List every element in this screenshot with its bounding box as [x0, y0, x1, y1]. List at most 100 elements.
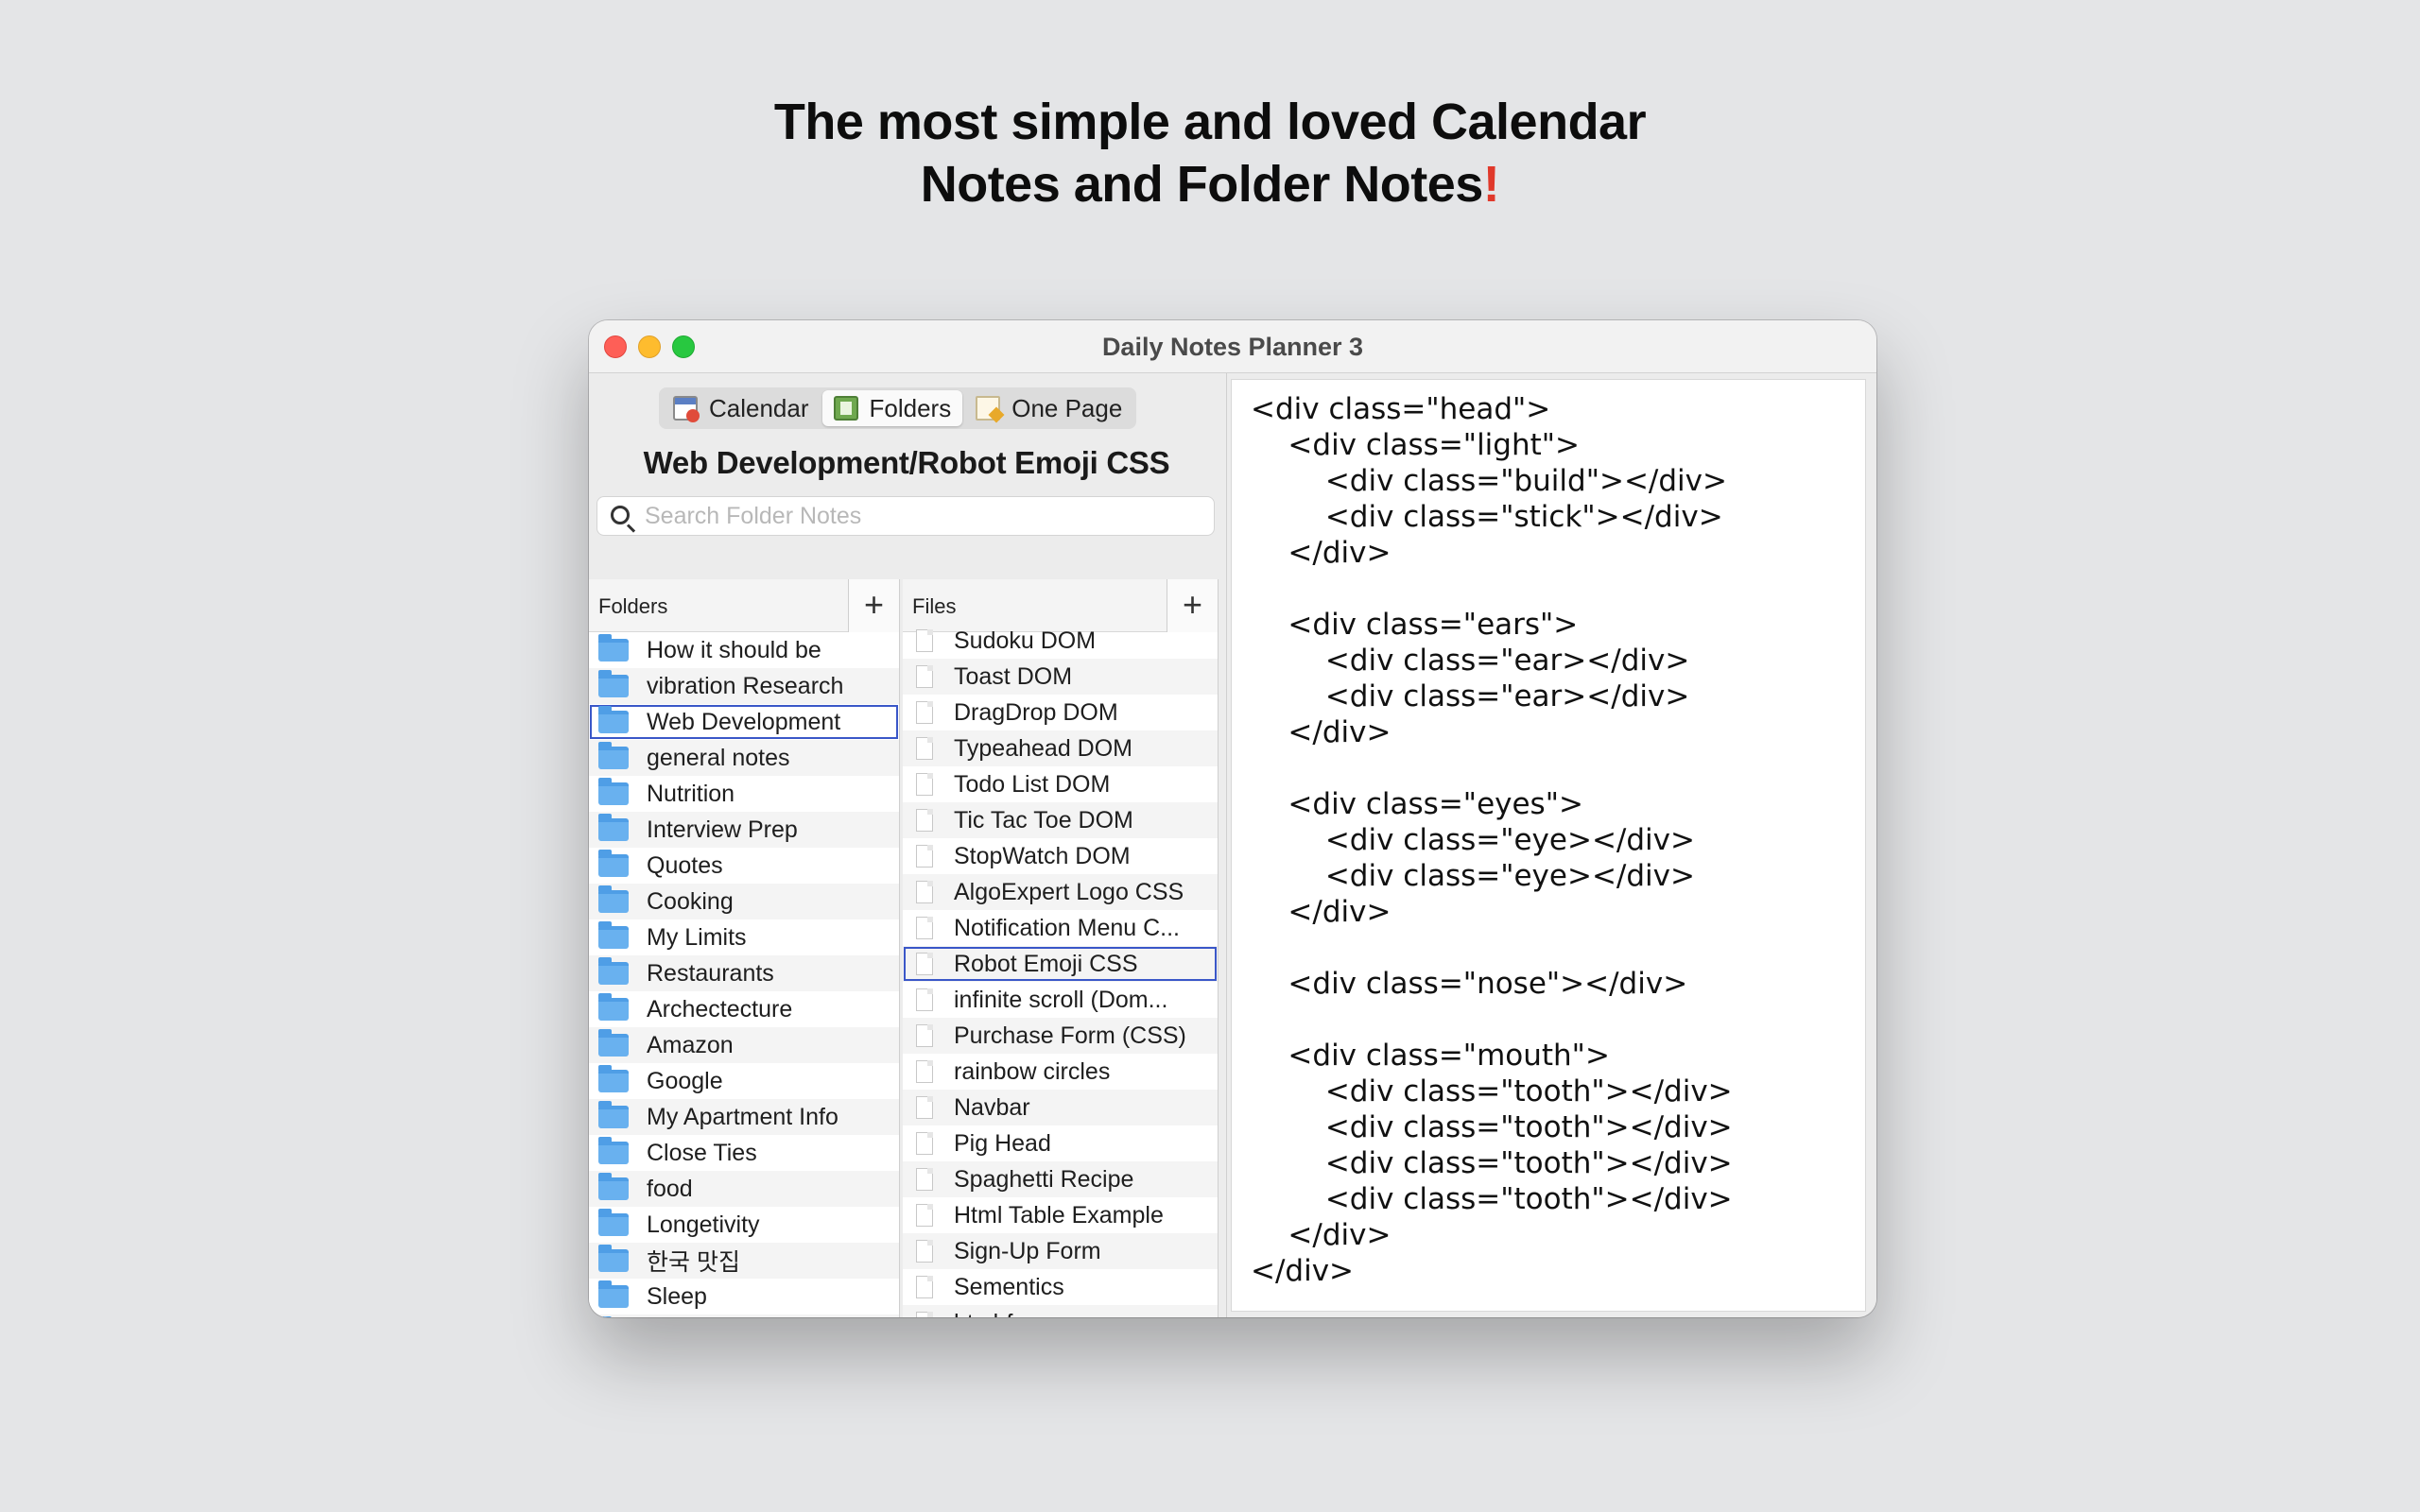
folder-icon: [598, 993, 629, 1021]
note-editor[interactable]: <div class="head"> <div class="light"> <…: [1231, 379, 1866, 1312]
file-row[interactable]: Typeahead DOM: [903, 730, 1218, 766]
file-row[interactable]: Navbar: [903, 1090, 1218, 1125]
file-row[interactable]: StopWatch DOM: [903, 838, 1218, 874]
file-row[interactable]: Sudoku DOM: [903, 623, 1218, 659]
file-row-label: Notification Menu C...: [954, 914, 1180, 941]
file-row[interactable]: DragDrop DOM: [903, 695, 1218, 730]
folder-row[interactable]: game: [589, 1314, 899, 1317]
file-row[interactable]: Purchase Form (CSS): [903, 1018, 1218, 1054]
note-content[interactable]: <div class="head"> <div class="light"> <…: [1251, 391, 1733, 1289]
folder-row[interactable]: Interview Prep: [589, 812, 899, 848]
file-row[interactable]: Toast DOM: [903, 659, 1218, 695]
folders-list: How it should be vibration Research Web De…: [589, 632, 899, 1317]
file-row-label: StopWatch DOM: [954, 842, 1131, 869]
file-row[interactable]: html-form: [903, 1305, 1218, 1317]
file-row[interactable]: Html Table Example: [903, 1197, 1218, 1233]
headline-line-1: The most simple and loved Calendar: [773, 94, 1647, 150]
document-icon: [916, 845, 933, 868]
headline-exclamation: !: [1482, 156, 1500, 213]
file-row[interactable]: Sementics: [903, 1269, 1218, 1305]
folder-row-label: My Apartment Info: [647, 1103, 838, 1130]
file-row-label: Pig Head: [954, 1129, 1051, 1157]
search-input[interactable]: [645, 497, 1202, 535]
folder-icon: [598, 1209, 629, 1236]
file-row[interactable]: Pig Head: [903, 1125, 1218, 1161]
folder-row[interactable]: Amazon: [589, 1027, 899, 1063]
file-row[interactable]: Notification Menu C...: [903, 910, 1218, 946]
file-row-label: Robot Emoji CSS: [954, 950, 1138, 977]
folder-row[interactable]: Longetivity: [589, 1207, 899, 1243]
folder-row[interactable]: Sleep: [589, 1279, 899, 1314]
folder-icon: [598, 742, 629, 769]
folder-row[interactable]: My Limits: [589, 919, 899, 955]
file-row[interactable]: Robot Emoji CSS: [903, 946, 1218, 982]
file-row-label: Purchase Form (CSS): [954, 1022, 1186, 1049]
folder-row[interactable]: Archectecture: [589, 991, 899, 1027]
tab-one-page-label: One Page: [1011, 393, 1123, 422]
folder-row-label: Google: [647, 1067, 723, 1094]
document-icon: [916, 629, 933, 652]
file-row-label: Html Table Example: [954, 1201, 1164, 1228]
folder-row[interactable]: Web Development: [589, 704, 899, 740]
tab-calendar-label: Calendar: [709, 393, 809, 422]
folder-row-label: general notes: [647, 744, 790, 771]
folder-row[interactable]: general notes: [589, 740, 899, 776]
document-icon: [916, 1276, 933, 1298]
folder-row-label: Restaurants: [647, 959, 774, 987]
add-folder-button[interactable]: +: [848, 579, 899, 632]
title-bar[interactable]: Daily Notes Planner 3: [589, 320, 1876, 373]
file-row[interactable]: rainbow circles: [903, 1054, 1218, 1090]
folder-icon: [598, 885, 629, 913]
document-icon: [916, 917, 933, 939]
folder-row[interactable]: food: [589, 1171, 899, 1207]
file-row-label: Navbar: [954, 1093, 1030, 1121]
folder-row[interactable]: 한국 맛집: [589, 1243, 899, 1279]
files-header-label: Files: [912, 594, 957, 618]
folder-row[interactable]: How it should be: [589, 632, 899, 668]
folder-row-label: Amazon: [647, 1031, 734, 1058]
document-icon: [916, 953, 933, 975]
file-row[interactable]: Spaghetti Recipe: [903, 1161, 1218, 1197]
file-row-label: AlgoExpert Logo CSS: [954, 878, 1184, 905]
tab-folders[interactable]: Folders: [821, 390, 963, 426]
app-window: Daily Notes Planner 3 Calendar Folders O…: [589, 320, 1876, 1317]
folder-row[interactable]: Nutrition: [589, 776, 899, 812]
folder-icon: [598, 850, 629, 877]
file-row-label: Sudoku DOM: [954, 627, 1097, 654]
file-row[interactable]: Tic Tac Toe DOM: [903, 802, 1218, 838]
search-icon: [611, 506, 630, 524]
document-icon: [916, 701, 933, 724]
view-switcher: Calendar Folders One Page: [659, 387, 1137, 429]
search-box: [596, 496, 1215, 536]
folder-icon: [598, 1245, 629, 1272]
folder-row[interactable]: Close Ties: [589, 1135, 899, 1171]
folder-icon: [598, 634, 629, 662]
folder-row[interactable]: My Apartment Info: [589, 1099, 899, 1135]
document-icon: [916, 1132, 933, 1155]
file-row[interactable]: Sign-Up Form: [903, 1233, 1218, 1269]
tab-calendar[interactable]: Calendar: [662, 390, 821, 426]
folder-row-label: Web Development: [647, 708, 841, 735]
file-row-label: infinite scroll (Dom...: [954, 986, 1168, 1013]
file-row[interactable]: infinite scroll (Dom...: [903, 982, 1218, 1018]
file-row[interactable]: AlgoExpert Logo CSS: [903, 874, 1218, 910]
file-row-label: Tic Tac Toe DOM: [954, 806, 1133, 833]
folder-row-label: My Limits: [647, 923, 747, 951]
folder-icon: [598, 1101, 629, 1128]
folder-row[interactable]: Restaurants: [589, 955, 899, 991]
document-icon: [916, 1168, 933, 1191]
files-column: Files + Sudoku DOM Toast DOM DragDrop DOM T…: [903, 579, 1219, 1317]
folder-row-label: Interview Prep: [647, 816, 798, 843]
navigation-pane: Calendar Folders One Page Web Developmen…: [589, 373, 1224, 1317]
folder-row-label: Nutrition: [647, 780, 735, 807]
folder-icon: [598, 1280, 629, 1308]
folder-row[interactable]: Quotes: [589, 848, 899, 884]
file-row-label: Spaghetti Recipe: [954, 1165, 1134, 1193]
folder-row[interactable]: Cooking: [589, 884, 899, 919]
tab-one-page[interactable]: One Page: [964, 390, 1133, 426]
folder-row[interactable]: vibration Research: [589, 668, 899, 704]
folder-row[interactable]: Google: [589, 1063, 899, 1099]
document-icon: [916, 1096, 933, 1119]
file-row[interactable]: Todo List DOM: [903, 766, 1218, 802]
headline-line-2: Notes and Folder Notes!: [0, 153, 2420, 215]
